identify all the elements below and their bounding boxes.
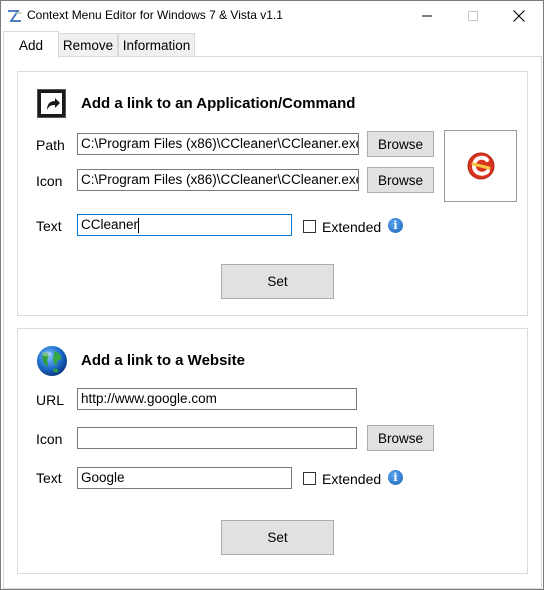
window-title: Context Menu Editor for Windows 7 & Vist…	[27, 8, 283, 22]
app-window: Context Menu Editor for Windows 7 & Vist…	[0, 0, 544, 590]
web-set-button[interactable]: Set	[221, 520, 334, 555]
maximize-button[interactable]	[450, 1, 496, 31]
close-button[interactable]	[496, 1, 542, 31]
shortcut-arrow-icon	[37, 89, 66, 118]
maximize-icon	[468, 11, 478, 21]
web-section-title: Add a link to a Website	[81, 352, 245, 369]
web-text-label: Text	[36, 470, 62, 486]
text-label: Text	[36, 218, 62, 234]
web-icon-browse-button[interactable]: Browse	[367, 425, 434, 451]
tab-add[interactable]: Add	[3, 31, 59, 58]
web-extended-label[interactable]: Extended	[322, 471, 381, 487]
close-icon	[513, 10, 525, 22]
icon-label: Icon	[36, 173, 63, 189]
url-input[interactable]: http://www.google.com	[77, 388, 357, 410]
minimize-icon	[422, 15, 432, 17]
url-label: URL	[36, 392, 65, 408]
app-icon	[8, 10, 22, 22]
web-info-icon[interactable]: i	[388, 470, 403, 485]
minimize-button[interactable]	[404, 1, 450, 31]
path-label: Path	[36, 137, 65, 153]
extended-checkbox[interactable]	[303, 220, 316, 233]
icon-path-input[interactable]: C:\Program Files (x86)\CCleaner\CCleaner…	[77, 169, 359, 191]
ccleaner-icon	[467, 152, 495, 180]
path-browse-button[interactable]: Browse	[367, 131, 434, 157]
text-input-value: CCleaner	[81, 217, 139, 232]
icon-preview	[444, 130, 517, 202]
tab-information[interactable]: Information	[118, 33, 195, 56]
text-caret	[138, 217, 140, 233]
icon-browse-button[interactable]: Browse	[367, 167, 434, 193]
web-icon-input[interactable]	[77, 427, 357, 449]
web-extended-checkbox[interactable]	[303, 472, 316, 485]
info-icon[interactable]: i	[388, 218, 403, 233]
title-bar[interactable]: Context Menu Editor for Windows 7 & Vist…	[1, 1, 543, 31]
web-text-input[interactable]: Google	[77, 467, 292, 489]
app-set-button[interactable]: Set	[221, 264, 334, 299]
tab-remove[interactable]: Remove	[58, 33, 118, 56]
web-icon-label: Icon	[36, 431, 63, 447]
extended-label[interactable]: Extended	[322, 219, 381, 235]
path-input[interactable]: C:\Program Files (x86)\CCleaner\CCleaner…	[77, 133, 359, 155]
text-input[interactable]: CCleaner	[77, 214, 292, 236]
app-section-title: Add a link to an Application/Command	[81, 95, 356, 112]
globe-icon	[37, 346, 67, 376]
